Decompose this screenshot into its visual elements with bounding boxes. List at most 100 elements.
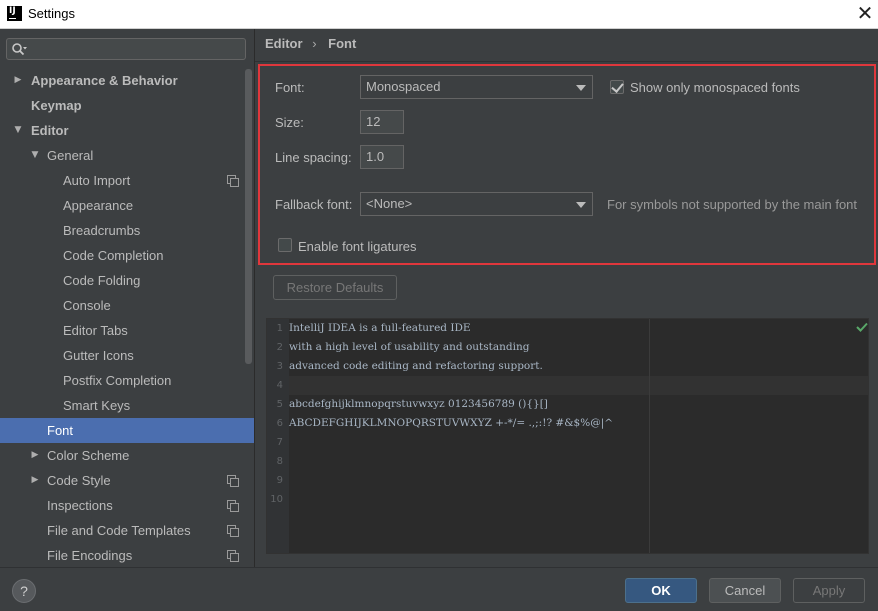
search-icon xyxy=(12,43,27,56)
line-spacing-label: Line spacing: xyxy=(275,150,352,165)
size-label: Size: xyxy=(275,115,304,130)
sidebar-item-label: Code Folding xyxy=(63,273,141,288)
project-scope-icon xyxy=(227,525,239,537)
font-preview-editor[interactable]: 1 IntelliJ IDEA is a full-featured IDE 2 wi… xyxy=(266,318,869,554)
sidebar-item-label: Postfix Completion xyxy=(63,373,172,388)
cancel-button[interactable]: Cancel xyxy=(709,578,781,603)
sidebar-item-label: Console xyxy=(63,298,111,313)
sidebar-item-label: Breadcrumbs xyxy=(63,223,141,238)
font-combobox[interactable]: Monospaced xyxy=(360,75,593,99)
fallback-font-hint: For symbols not supported by the main fo… xyxy=(607,197,858,212)
expand-right-icon[interactable]: ▶ xyxy=(29,443,41,468)
sidebar-item-label: Keymap xyxy=(31,98,82,113)
sidebar-item-color-scheme[interactable]: ▶ Color Scheme xyxy=(0,443,254,468)
sidebar-item-general[interactable]: ▼ General xyxy=(0,143,254,168)
fallback-font-combobox[interactable]: <None> xyxy=(360,192,593,216)
preview-text: with a high level of usability and outst… xyxy=(289,341,530,353)
sidebar-item-label: Auto Import xyxy=(63,173,131,188)
sidebar-item-editor[interactable]: ▼ Editor xyxy=(0,118,254,143)
dialog-footer: ? OK Cancel Apply xyxy=(0,567,878,611)
sidebar-item-gutter-icons[interactable]: Gutter Icons xyxy=(0,343,254,368)
intellij-app-icon: IJ xyxy=(7,6,22,21)
panel-divider[interactable] xyxy=(254,29,255,567)
enable-ligatures-label[interactable]: Enable font ligatures xyxy=(298,239,417,254)
sidebar-scrollbar[interactable] xyxy=(245,69,252,364)
sidebar-item-font[interactable]: Font xyxy=(0,418,254,443)
preview-line: 2 with a high level of usability and outs… xyxy=(267,338,530,357)
enable-ligatures-checkbox[interactable] xyxy=(278,238,292,252)
line-number: 1 xyxy=(276,323,283,334)
search-input[interactable] xyxy=(6,38,246,60)
sidebar-item-label: Code Completion xyxy=(63,248,164,263)
breadcrumb-parent: Editor xyxy=(265,36,303,51)
preview-text: IntelliJ IDEA is a full-featured IDE xyxy=(289,322,471,334)
preview-text: advanced code editing and refactoring su… xyxy=(289,360,543,372)
sidebar-item-smart-keys[interactable]: Smart Keys xyxy=(0,393,254,418)
right-margin-guide xyxy=(649,319,650,553)
sidebar-item-appearance[interactable]: Appearance xyxy=(0,193,254,218)
chevron-down-icon xyxy=(576,202,586,208)
check-icon xyxy=(856,322,868,332)
breadcrumb-separator: › xyxy=(312,36,317,51)
show-only-monospaced-label[interactable]: Show only monospaced fonts xyxy=(630,80,800,95)
header-divider xyxy=(255,61,878,62)
line-number: 8 xyxy=(276,456,283,467)
breadcrumb: Editor › Font xyxy=(265,36,362,54)
sidebar-item-label: Editor Tabs xyxy=(63,323,128,338)
chevron-down-icon xyxy=(576,85,586,91)
sidebar-item-inspections[interactable]: Inspections xyxy=(0,493,254,518)
line-number: 3 xyxy=(276,361,283,372)
sidebar-item-label: Gutter Icons xyxy=(63,348,134,363)
title-bar: IJ Settings ✕ xyxy=(0,0,878,29)
sidebar-item-file-and-code-templates[interactable]: File and Code Templates xyxy=(0,518,254,543)
project-scope-icon xyxy=(227,475,239,487)
sidebar-item-label: Color Scheme xyxy=(47,448,130,463)
line-number: 4 xyxy=(276,380,283,391)
breadcrumb-current: Font xyxy=(328,36,357,51)
preview-line: 6 ABCDEFGHIJKLMNOPQRSTUVWXYZ +-*/= .,;:!?… xyxy=(267,414,613,433)
sidebar-item-breadcrumbs[interactable]: Breadcrumbs xyxy=(0,218,254,243)
caret-row-highlight xyxy=(289,376,868,395)
sidebar-item-label: Appearance & Behavior xyxy=(31,73,178,88)
preview-line: 3 advanced code editing and refactoring s… xyxy=(267,357,543,376)
sidebar-item-code-style[interactable]: ▶ Code Style xyxy=(0,468,254,493)
sidebar-item-label: Editor xyxy=(31,123,69,138)
sidebar-item-code-folding[interactable]: Code Folding xyxy=(0,268,254,293)
sidebar-item-auto-import[interactable]: Auto Import xyxy=(0,168,254,193)
preview-line: 7 xyxy=(267,433,289,452)
preview-line: 10 xyxy=(267,490,289,509)
sidebar-item-postfix-completion[interactable]: Postfix Completion xyxy=(0,368,254,393)
apply-button[interactable]: Apply xyxy=(793,578,865,603)
sidebar-item-console[interactable]: Console xyxy=(0,293,254,318)
line-number: 5 xyxy=(276,399,283,410)
line-number: 10 xyxy=(270,494,283,505)
line-spacing-field[interactable]: 1.0 xyxy=(360,145,404,169)
sidebar-item-label: File Encodings xyxy=(47,548,133,563)
sidebar-item-label: General xyxy=(47,148,94,163)
expand-right-icon[interactable]: ▶ xyxy=(29,468,41,493)
sidebar-item-label: Smart Keys xyxy=(63,398,131,413)
sidebar-item-file-encodings[interactable]: File Encodings xyxy=(0,543,254,567)
sidebar-item-appearance-behavior[interactable]: ▶ Appearance & Behavior xyxy=(0,68,254,93)
size-field[interactable]: 12 xyxy=(360,110,404,134)
line-number: 9 xyxy=(276,475,283,486)
font-combobox-value: Monospaced xyxy=(366,79,441,94)
expand-right-icon[interactable]: ▶ xyxy=(12,68,24,93)
show-only-monospaced-checkbox[interactable] xyxy=(610,80,624,94)
sidebar-item-code-completion[interactable]: Code Completion xyxy=(0,243,254,268)
restore-defaults-button[interactable]: Restore Defaults xyxy=(273,275,397,300)
sidebar-item-keymap[interactable]: Keymap xyxy=(0,93,254,118)
expand-down-icon[interactable]: ▼ xyxy=(29,143,41,168)
close-window-button[interactable]: ✕ xyxy=(853,2,877,26)
preview-text: abcdefghijklmnopqrstuvwxyz 0123456789 ()… xyxy=(289,398,548,410)
preview-line: 4 xyxy=(267,376,289,395)
help-button[interactable]: ? xyxy=(12,579,36,603)
sidebar-item-label: Appearance xyxy=(63,198,134,213)
expand-down-icon[interactable]: ▼ xyxy=(12,118,24,143)
sidebar-item-editor-tabs[interactable]: Editor Tabs xyxy=(0,318,254,343)
project-scope-icon xyxy=(227,500,239,512)
sidebar-item-label: File and Code Templates xyxy=(47,523,191,538)
fallback-font-label: Fallback font: xyxy=(275,197,353,212)
ok-button[interactable]: OK xyxy=(625,578,697,603)
preview-text: ABCDEFGHIJKLMNOPQRSTUVWXYZ +-*/= .,;:!? … xyxy=(289,417,614,429)
